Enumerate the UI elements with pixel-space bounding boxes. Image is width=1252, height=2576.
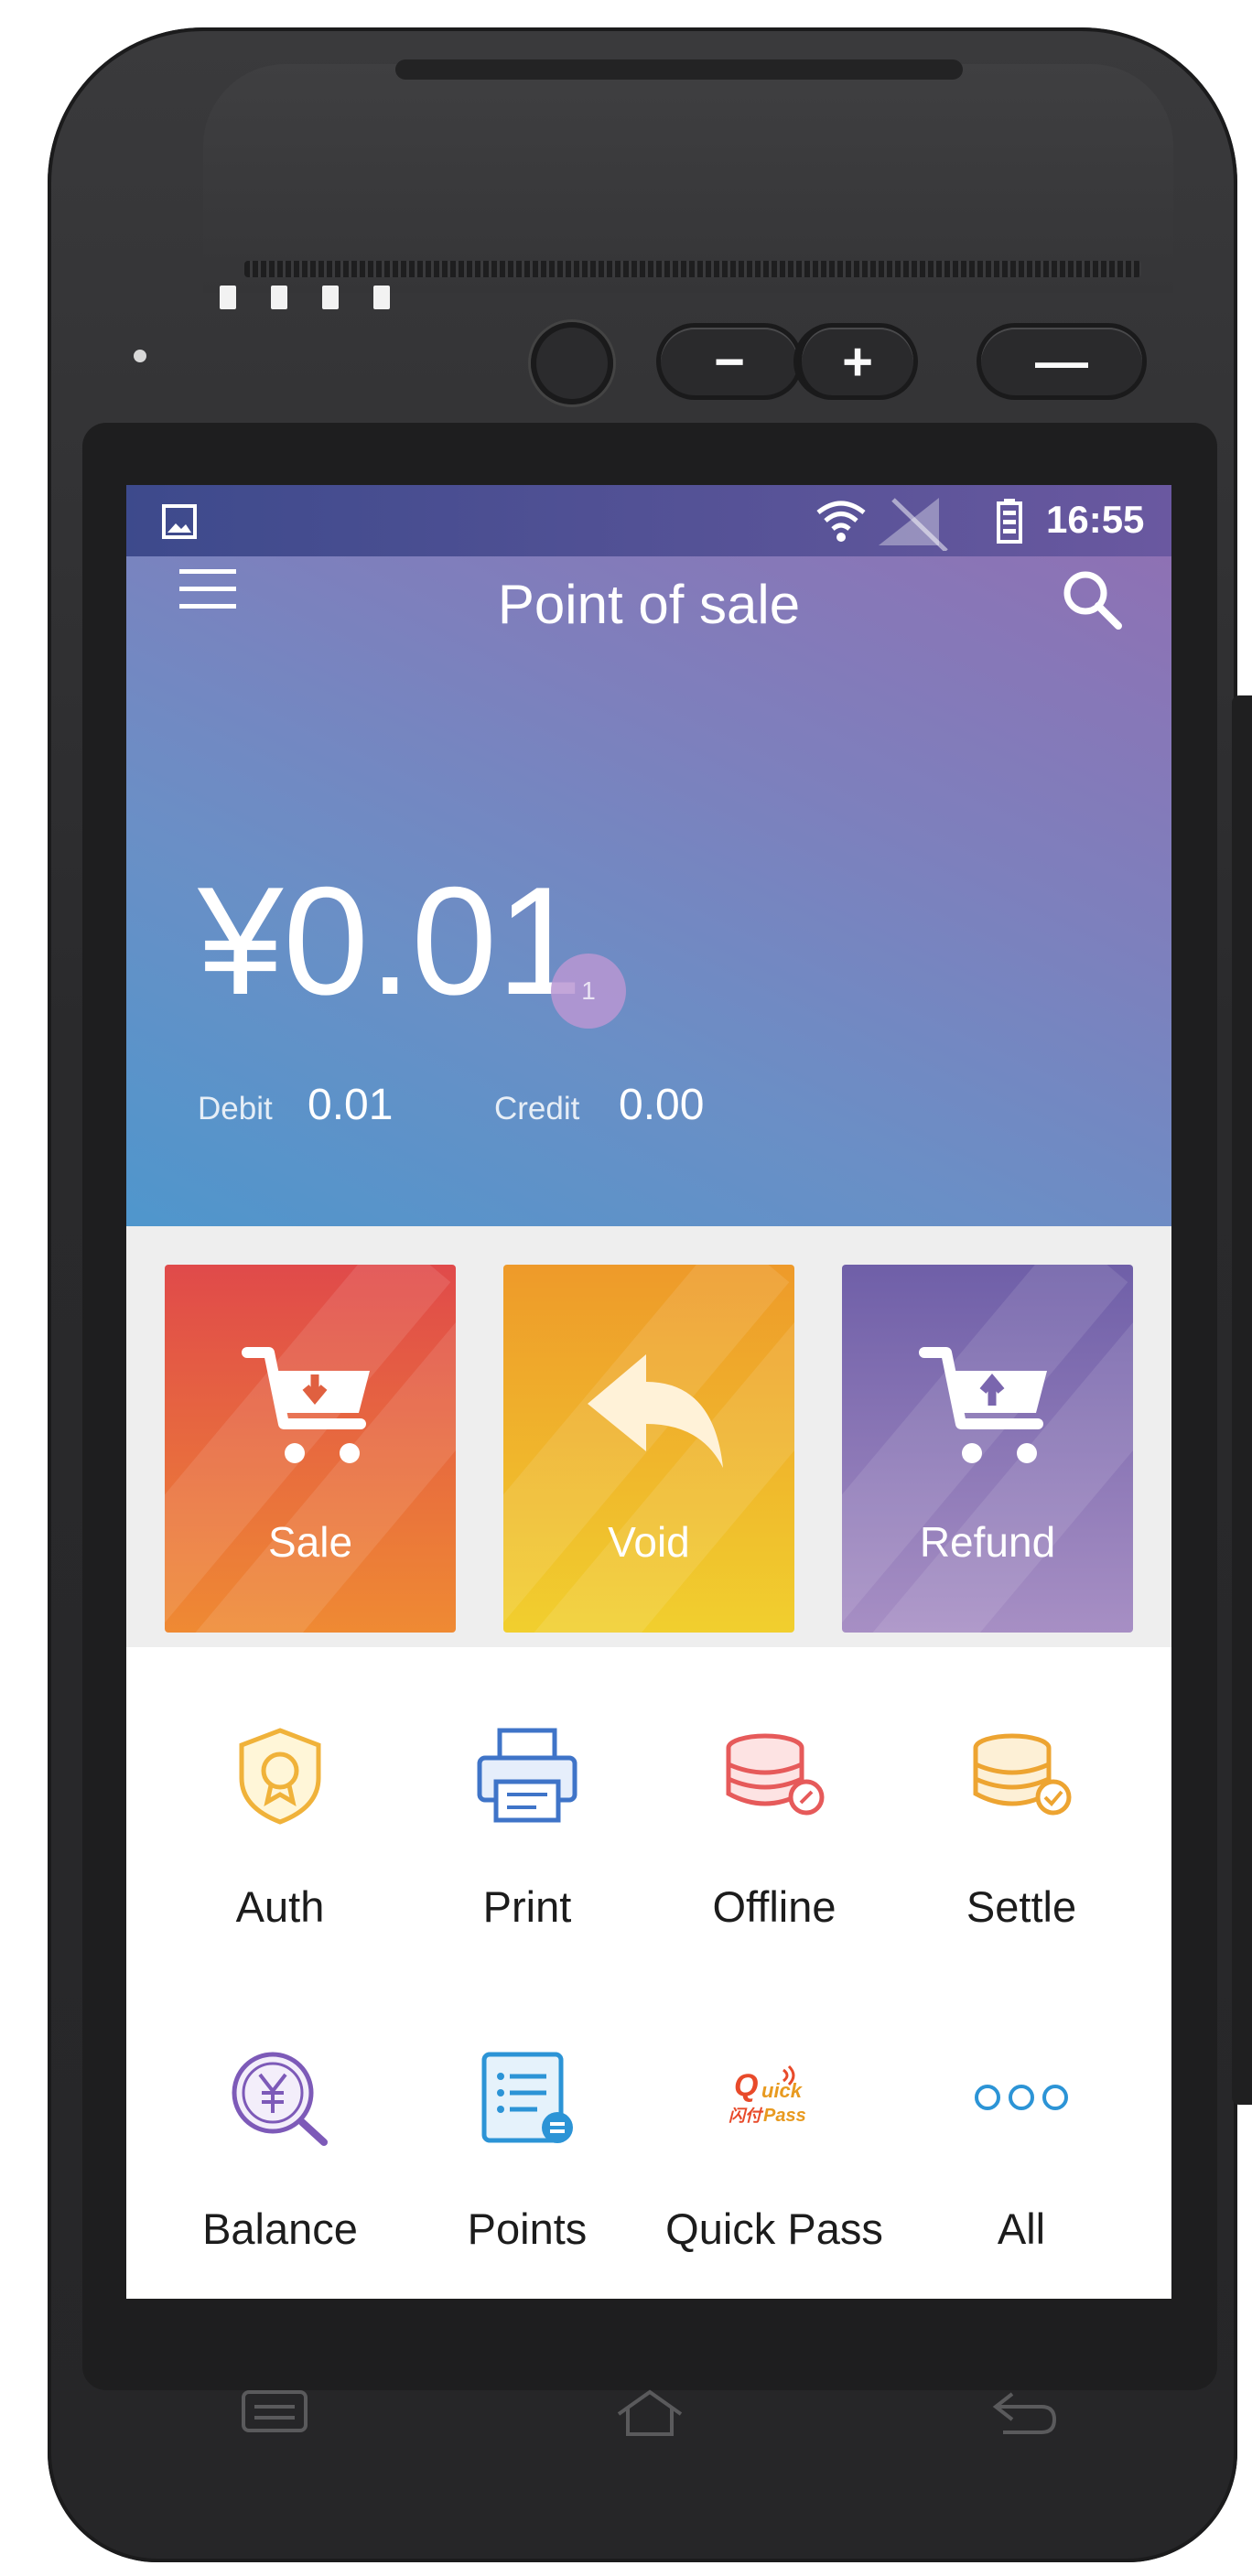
- function-grid: Auth Print Offline Settle Balance Points…: [126, 1647, 1171, 2299]
- home-key-icon[interactable]: [613, 2388, 686, 2438]
- points-label: Points: [467, 2204, 588, 2253]
- top-vent: [395, 59, 963, 80]
- status-bar: 16:55: [126, 485, 1171, 556]
- quickpass-logo-icon: Q uick 闪付 Pass: [729, 2064, 806, 2126]
- battery-icon: [997, 499, 1022, 544]
- status-led: [271, 286, 287, 309]
- settle-item[interactable]: Settle: [898, 1720, 1145, 1932]
- shield-badge-icon: [239, 1728, 321, 1825]
- volume-up-button[interactable]: +: [798, 328, 913, 395]
- refund-label: Refund: [919, 1518, 1056, 1566]
- sale-tile[interactable]: Sale: [165, 1265, 456, 1633]
- printer-icon: [477, 1728, 577, 1823]
- quick-pass-label: Quick Pass: [665, 2204, 883, 2253]
- status-led: [220, 286, 236, 309]
- void-tile[interactable]: Void: [503, 1265, 794, 1633]
- svg-text:Q: Q: [734, 2068, 758, 2103]
- power-button[interactable]: —: [981, 328, 1142, 395]
- cart-upload-icon: [919, 1347, 1047, 1463]
- offline-item[interactable]: Offline: [651, 1720, 898, 1932]
- page-title: Point of sale: [497, 574, 801, 635]
- debit-label: Debit: [198, 1091, 273, 1126]
- printer-housing: [203, 64, 1173, 293]
- settle-label: Settle: [966, 1882, 1077, 1931]
- print-item[interactable]: Print: [404, 1720, 651, 1932]
- status-led: [322, 286, 339, 309]
- front-camera: [531, 322, 613, 404]
- menu-key-icon[interactable]: [240, 2388, 309, 2434]
- credit-label: Credit: [494, 1091, 580, 1126]
- void-label: Void: [608, 1518, 690, 1566]
- undo-arrow-icon: [588, 1354, 723, 1468]
- all-item[interactable]: All: [898, 2042, 1145, 2254]
- svg-text:Pass: Pass: [763, 2106, 806, 2126]
- auth-label: Auth: [235, 1882, 325, 1931]
- all-label: All: [997, 2204, 1046, 2253]
- wifi-icon: [816, 501, 866, 542]
- debit-value: 0.01: [308, 1081, 394, 1129]
- more-dots-icon: [975, 2085, 1068, 2110]
- gallery-notification-icon: [162, 504, 197, 539]
- svg-text:闪付: 闪付: [729, 2107, 764, 2125]
- refund-tile[interactable]: Refund: [842, 1265, 1133, 1633]
- back-key-icon[interactable]: [990, 2388, 1060, 2438]
- coins-offline-icon: [726, 1733, 825, 1816]
- sale-label: Sale: [267, 1518, 353, 1566]
- paper-slot: [244, 261, 1141, 277]
- volume-down-button[interactable]: −: [661, 328, 798, 395]
- balance-label: Balance: [202, 2204, 358, 2253]
- transaction-count-badge: 1: [551, 954, 626, 1029]
- status-time: 16:55: [1046, 498, 1145, 541]
- quick-pass-item[interactable]: Q uick 闪付 Pass Quick Pass: [651, 2042, 898, 2254]
- points-item[interactable]: Points: [404, 2042, 651, 2254]
- search-icon[interactable]: [1060, 567, 1124, 631]
- svg-text:uick: uick: [761, 2079, 804, 2102]
- hero-panel: Point of sale ¥0.01 1 Debit 0.01 Credit …: [126, 556, 1171, 1226]
- microphone-hole: [134, 350, 146, 362]
- print-label: Print: [482, 1882, 572, 1931]
- points-list-icon: [481, 2052, 573, 2143]
- action-tiles: Sale Void Refund: [126, 1226, 1171, 1647]
- side-panel: [1232, 695, 1252, 2105]
- balance-item[interactable]: Balance: [156, 2042, 404, 2254]
- auth-item[interactable]: Auth: [156, 1720, 404, 1932]
- yuan-search-icon: [232, 2052, 328, 2146]
- coins-settle-icon: [973, 1733, 1072, 1816]
- offline-label: Offline: [712, 1882, 836, 1931]
- cart-download-icon: [242, 1347, 370, 1463]
- status-led: [373, 286, 390, 309]
- no-signal-icon: [879, 498, 948, 551]
- credit-value: 0.00: [619, 1081, 705, 1129]
- pos-screen: 16:55 Point of sale ¥0.01 1 Debit 0.01 C…: [126, 485, 1171, 2299]
- total-amount: ¥0.01: [198, 855, 583, 1027]
